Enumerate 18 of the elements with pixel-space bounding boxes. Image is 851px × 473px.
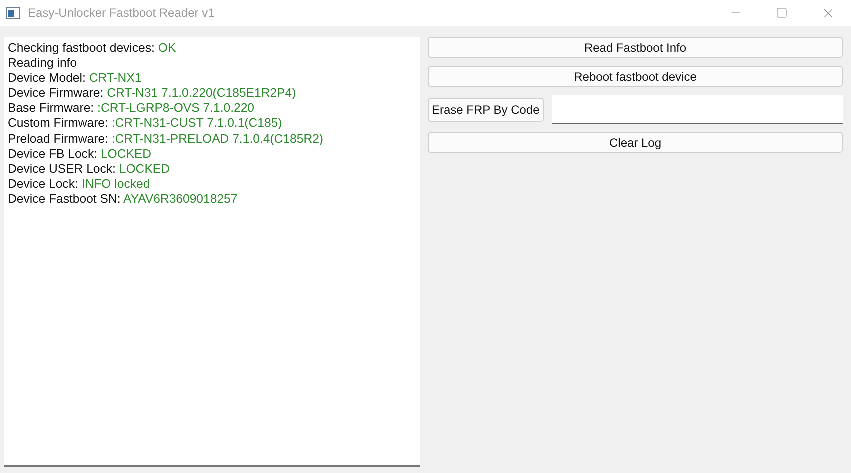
log-line: Device Firmware: CRT-N31 7.1.0.220(C185E1R2P4) (8, 86, 298, 102)
erase-frp-button[interactable]: Erase FRP By Code (428, 98, 544, 122)
log-line: Reading info (8, 56, 78, 72)
log-line: Custom Firmware: :CRT-N31-CUST 7.1.0.1(C185) (8, 116, 284, 132)
log-line: Device FB Lock: LOCKED (8, 146, 153, 162)
log-line: Device Fastboot SN: AYAV6R3609018257 (8, 192, 239, 208)
log-line: Device USER Lock: LOCKED (8, 162, 171, 177)
app-icon (6, 7, 20, 19)
log-line: Device Model: CRT-NX1 (8, 71, 143, 86)
log-line: Device Lock: INFO locked (8, 176, 152, 192)
log-line: Base Firmware: :CRT-LGRP8-OVS 7.1.0.220 (8, 101, 256, 116)
log-line: Checking fastboot devices: OK (8, 41, 178, 56)
clear-log-button[interactable]: Clear Log (428, 132, 843, 153)
log-line: Preload Firmware: :CRT-N31-PRELOAD 7.1.0.4(C185R2) (8, 132, 325, 147)
code-input-field[interactable] (552, 95, 843, 124)
window-title: Easy-Unlocker Fastboot Reader v1 (28, 6, 216, 20)
reboot-button[interactable]: Reboot fastboot device (428, 66, 843, 87)
read-info-button[interactable]: Read Fastboot Info (428, 37, 843, 58)
